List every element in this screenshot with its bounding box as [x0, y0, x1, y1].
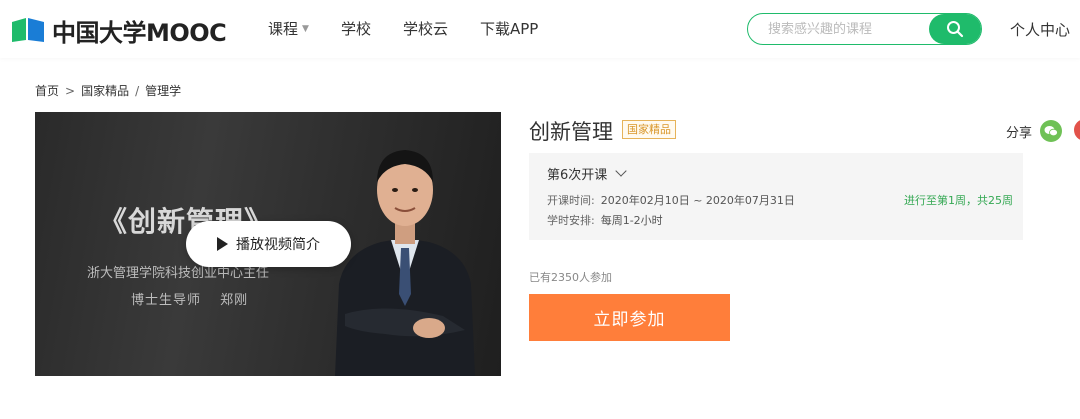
- course-title: 创新管理: [529, 120, 613, 144]
- term-info-panel: 第6次开课 开课时间: 2020年02月10日 ~ 2020年07月31日 学时安…: [529, 153, 1023, 240]
- caret-down-icon: ▼: [302, 23, 309, 34]
- term-hours: 学时安排: 每周1-2小时: [547, 212, 663, 228]
- play-icon: [217, 237, 228, 251]
- term-hours-value: 每周1-2小时: [600, 214, 663, 227]
- national-quality-badge: 国家精品: [622, 120, 676, 139]
- enrolled-count: 已有2350人参加: [529, 271, 612, 284]
- weibo-share-icon[interactable]: [1074, 119, 1080, 141]
- search-button[interactable]: [929, 14, 981, 44]
- nav-download-app[interactable]: 下载APP: [480, 18, 538, 39]
- breadcrumb-subject[interactable]: 管理学: [145, 82, 181, 99]
- term-hours-key: 学时安排:: [547, 214, 595, 227]
- main-nav: 课程 ▼ 学校 学校云 下载APP: [268, 18, 570, 39]
- logo-text: 中国大学MOOC: [52, 18, 227, 47]
- breadcrumb-home[interactable]: 首页: [35, 82, 59, 99]
- breadcrumb-category[interactable]: 国家精品: [81, 82, 129, 99]
- term-selector[interactable]: 第6次开课: [547, 164, 627, 183]
- instructor-photo: [335, 150, 475, 376]
- play-video-label: 播放视频简介: [236, 237, 320, 253]
- term-dates: 开课时间: 2020年02月10日 ~ 2020年07月31日: [547, 192, 795, 208]
- nav-school-cloud[interactable]: 学校云: [403, 18, 448, 39]
- nav-schools[interactable]: 学校: [341, 18, 371, 39]
- term-progress-text: 进行至第1周，共25周: [904, 194, 1013, 207]
- course-intro-video[interactable]: 《创新管理》 浙大管理学院科技创业中心主任 博士生导师 郑刚 播放视频简介: [35, 112, 501, 376]
- chevron-down-icon: [615, 164, 627, 177]
- logo[interactable]: 中国大学MOOC: [10, 14, 227, 47]
- breadcrumb-slash: /: [135, 83, 140, 98]
- term-dates-key: 开课时间:: [547, 194, 595, 207]
- term-selected-label: 第6次开课: [547, 168, 608, 183]
- play-video-button[interactable]: 播放视频简介: [186, 221, 351, 267]
- top-header: 中国大学MOOC 课程 ▼ 学校 学校云 下载APP 个人中心: [0, 0, 1080, 58]
- nav-download-app-label: 下载APP: [479, 20, 539, 38]
- nav-school-cloud-label: 学校云: [402, 20, 448, 38]
- nav-schools-label: 学校: [340, 20, 371, 38]
- breadcrumb: 首页 > 国家精品 / 管理学: [35, 82, 181, 99]
- search-box: [747, 13, 982, 45]
- user-center-link[interactable]: 个人中心: [1010, 19, 1070, 40]
- nav-courses-label: 课程: [268, 20, 299, 38]
- search-icon: [947, 21, 964, 38]
- join-course-button[interactable]: 立即参加: [529, 294, 730, 341]
- wechat-share-icon[interactable]: [1040, 120, 1063, 142]
- search-input[interactable]: [768, 14, 928, 44]
- share-area: 分享: [1006, 120, 1063, 142]
- term-dates-value: 2020年02月10日 ~ 2020年07月31日: [600, 194, 795, 207]
- share-label: 分享: [1006, 125, 1033, 141]
- video-subtitle-line2: 博士生导师 郑刚: [131, 293, 249, 308]
- breadcrumb-separator: >: [65, 83, 76, 98]
- mooc-logo-icon: [12, 18, 44, 42]
- nav-courses[interactable]: 课程 ▼: [268, 18, 309, 39]
